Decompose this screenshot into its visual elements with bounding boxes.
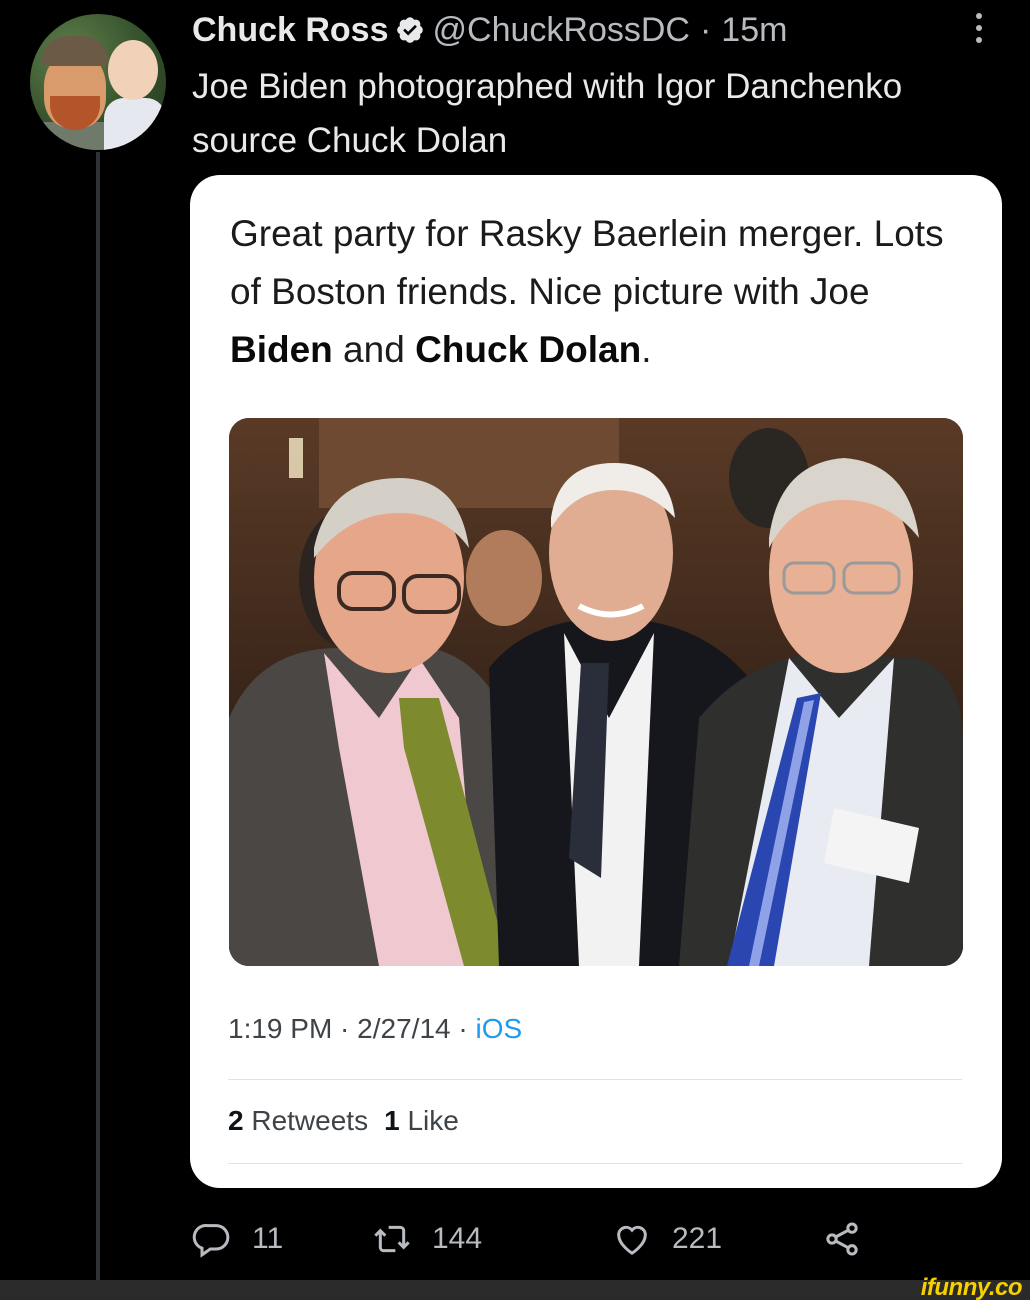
reply-count: 11: [252, 1222, 284, 1255]
quoted-date[interactable]: 2/27/14: [357, 1013, 450, 1044]
bold-biden: Biden: [230, 329, 333, 370]
ifunny-watermark: ifunny.co: [920, 1274, 1023, 1300]
divider: [228, 1163, 962, 1164]
quoted-tweet-text: Great party for Rasky Baerlein merger. L…: [230, 213, 944, 370]
retweet-button[interactable]: 144: [372, 1212, 482, 1266]
retweets-label[interactable]: Retweets: [251, 1105, 368, 1136]
reply-button[interactable]: 11: [192, 1212, 283, 1266]
quoted-tweet-stats: 2 Retweets 1 Like: [228, 1105, 459, 1137]
watermark-bar: [0, 1280, 1030, 1300]
quoted-time[interactable]: 1:19 PM: [228, 1013, 332, 1044]
like-button[interactable]: 221: [612, 1212, 722, 1266]
likes-count[interactable]: 1: [384, 1105, 400, 1136]
more-icon[interactable]: [970, 10, 988, 46]
tweet-text: Joe Biden photographed with Igor Danchen…: [192, 67, 903, 160]
quoted-tweet-meta: 1:19 PM · 2/27/14 · iOS: [228, 1013, 523, 1044]
author-handle[interactable]: @ChuckRossDC: [433, 11, 690, 50]
quoted-tweet-photo[interactable]: [229, 418, 963, 966]
bold-chuck-dolan: Chuck Dolan: [415, 329, 642, 370]
tweet-time[interactable]: 15m: [721, 11, 787, 50]
likes-label[interactable]: Like: [407, 1105, 458, 1136]
action-bar: 11 144 221: [192, 1212, 872, 1266]
retweets-count[interactable]: 2: [228, 1105, 244, 1136]
quoted-tweet-card[interactable]: Great party for Rasky Baerlein merger. L…: [190, 175, 1002, 1188]
quoted-source[interactable]: iOS: [475, 1013, 522, 1044]
divider: [228, 1079, 962, 1080]
retweet-icon: [374, 1225, 410, 1253]
reply-icon: [192, 1224, 230, 1258]
tweet-header: Chuck Ross @ChuckRossDC · 15m: [192, 8, 787, 52]
like-count: 221: [672, 1222, 723, 1255]
verified-badge-icon: [396, 17, 423, 43]
retweet-count: 144: [432, 1222, 483, 1255]
header-separator: ·: [699, 10, 712, 49]
tweet-screen: Chuck Ross @ChuckRossDC · 15m Joe Biden …: [0, 0, 1030, 1300]
author-name[interactable]: Chuck Ross: [192, 11, 389, 50]
like-icon: [617, 1225, 647, 1255]
share-icon: [826, 1222, 858, 1256]
thread-line: [96, 152, 100, 1280]
share-button[interactable]: [822, 1212, 862, 1266]
author-avatar[interactable]: [30, 14, 166, 150]
